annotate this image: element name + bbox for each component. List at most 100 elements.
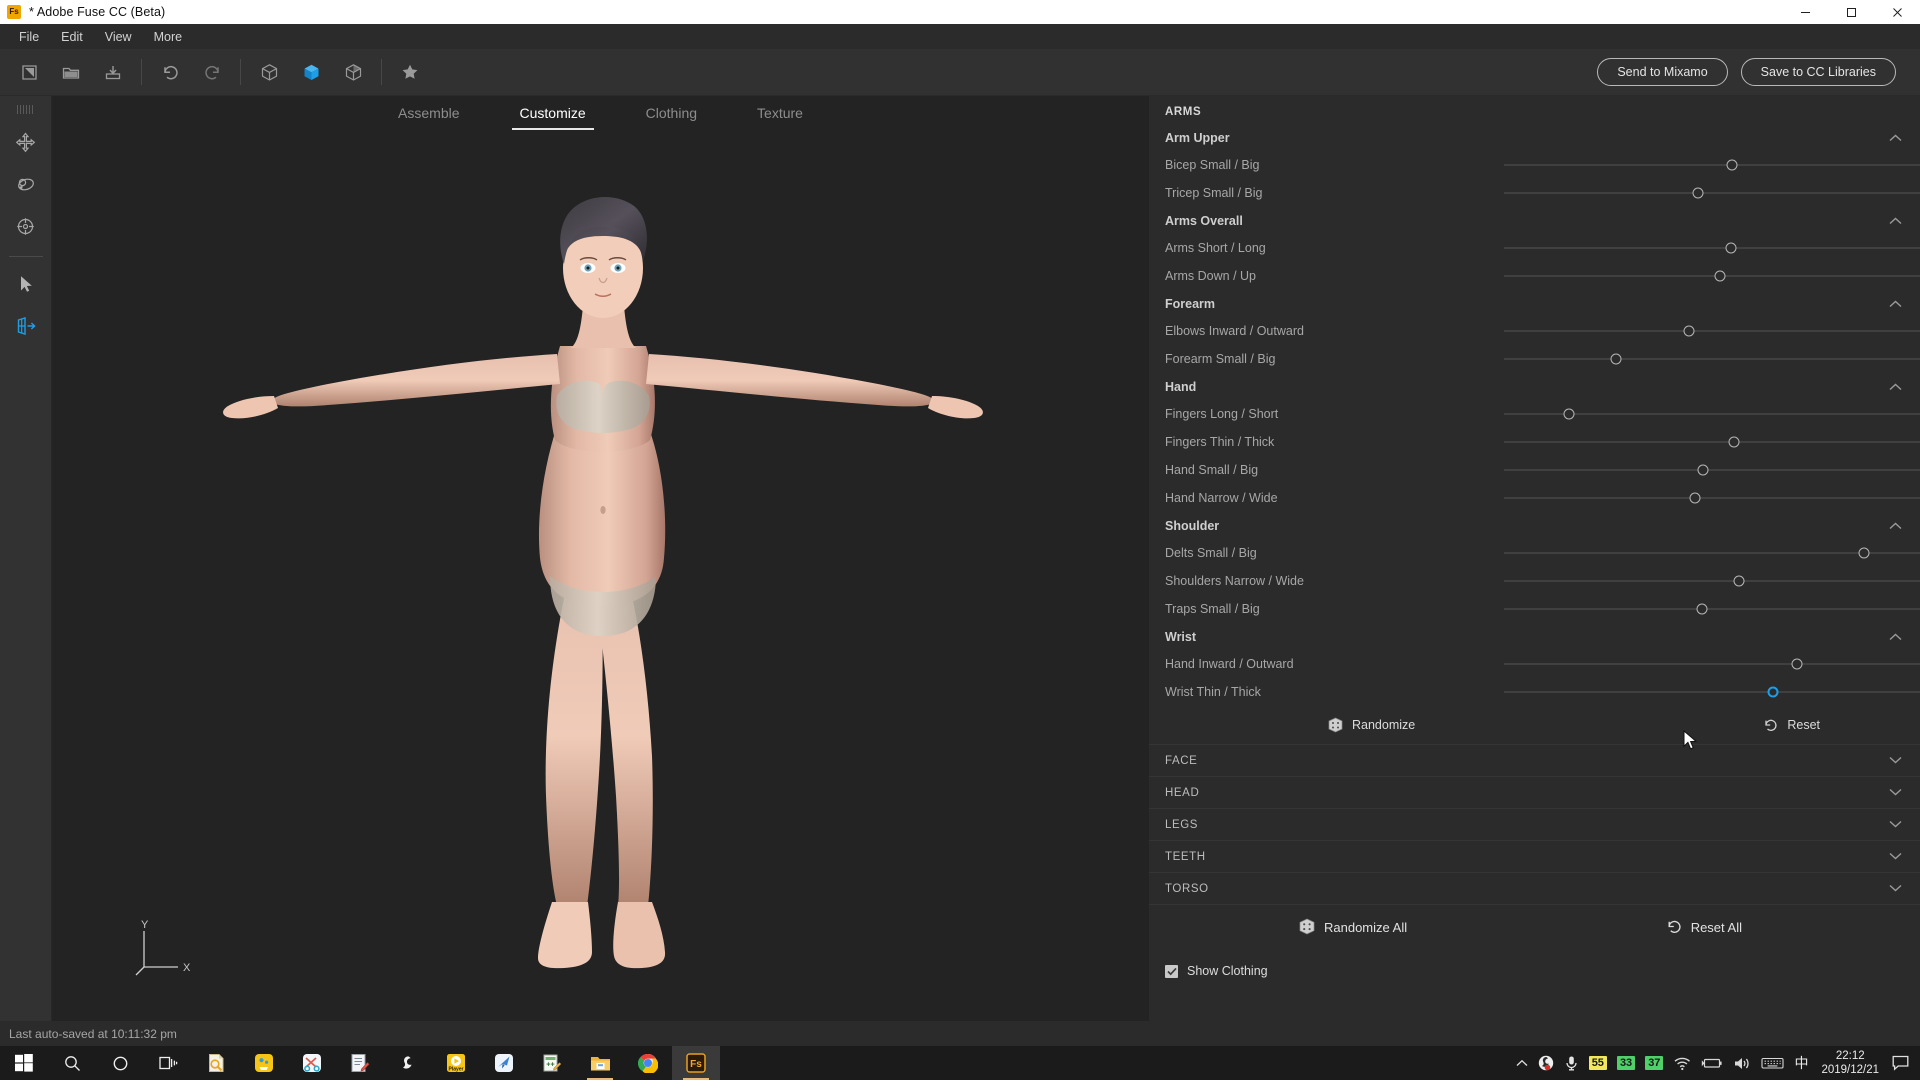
slider-row[interactable]: Arms Down / Up 15 xyxy=(1149,262,1920,290)
badge-gpu-temp[interactable]: 33 xyxy=(1612,1046,1640,1080)
tray-expand-chevron-up-icon[interactable] xyxy=(1511,1046,1533,1080)
send-to-mixamo-button[interactable]: Send to Mixamo xyxy=(1597,58,1728,86)
slider-knob[interactable] xyxy=(1728,436,1740,448)
close-icon[interactable] xyxy=(1874,0,1920,24)
chevron-up-icon[interactable] xyxy=(1889,131,1902,145)
open-folder-icon[interactable] xyxy=(50,52,92,92)
slider-track-area[interactable] xyxy=(1504,317,1920,345)
slider-row[interactable]: Shoulders Narrow / Wide 24 xyxy=(1149,567,1920,595)
select-arrow-icon[interactable] xyxy=(6,263,46,304)
slider-knob[interactable] xyxy=(1733,575,1745,587)
slider-track-area[interactable] xyxy=(1504,650,1920,678)
viewport-3d[interactable]: Assemble Customize Clothing Texture Y X xyxy=(52,96,1149,1031)
slider-row[interactable]: Delts Small / Big 80 xyxy=(1149,539,1920,567)
slider-track-area[interactable] xyxy=(1504,179,1920,207)
slider-knob[interactable] xyxy=(1610,353,1622,365)
slider-row[interactable]: Tricep Small / Big 2 xyxy=(1149,179,1920,207)
shaded-cube-icon[interactable] xyxy=(332,52,374,92)
accordion-face[interactable]: FACE xyxy=(1149,744,1920,776)
ime-language-indicator[interactable]: 中 xyxy=(1789,1046,1813,1080)
battery-charging-icon[interactable] xyxy=(1696,1046,1728,1080)
character-model[interactable] xyxy=(52,96,1149,1031)
chevron-down-icon[interactable] xyxy=(1889,883,1902,895)
chevron-up-icon[interactable] xyxy=(1889,297,1902,311)
orbit-icon[interactable] xyxy=(6,164,46,205)
google-chrome-icon[interactable] xyxy=(624,1046,672,1080)
show-clothing-checkbox[interactable] xyxy=(1165,964,1178,978)
slider-track-area[interactable] xyxy=(1504,400,1920,428)
slider-knob-active[interactable] xyxy=(1767,686,1779,698)
panel-scroll-area[interactable]: ARMS Arm Upper Bicep Small / Big 21 Tric… xyxy=(1149,96,1920,1031)
slider-knob[interactable] xyxy=(1791,658,1803,670)
keyboard-icon[interactable] xyxy=(1756,1046,1789,1080)
solid-cube-icon[interactable] xyxy=(290,52,332,92)
slider-track-area[interactable] xyxy=(1504,456,1920,484)
accordion-torso[interactable]: TORSO xyxy=(1149,872,1920,904)
action-center-icon[interactable] xyxy=(1887,1046,1914,1080)
media-player-icon[interactable]: Player xyxy=(432,1046,480,1080)
accordion-head[interactable]: HEAD xyxy=(1149,776,1920,808)
slider-knob[interactable] xyxy=(1692,187,1704,199)
file-explorer-icon[interactable] xyxy=(576,1046,624,1080)
chevron-up-icon[interactable] xyxy=(1889,630,1902,644)
slider-row[interactable]: Hand Narrow / Wide 0 xyxy=(1149,484,1920,512)
accordion-teeth[interactable]: TEETH xyxy=(1149,840,1920,872)
slider-knob[interactable] xyxy=(1689,492,1701,504)
slider-row[interactable]: Fingers Thin / Thick 22 xyxy=(1149,428,1920,456)
randomize-button[interactable]: Randomize xyxy=(1328,717,1415,733)
reset-button[interactable]: Reset xyxy=(1763,718,1820,732)
chevron-down-icon[interactable] xyxy=(1889,819,1902,831)
slider-row[interactable]: Arms Short / Long 20 xyxy=(1149,234,1920,262)
minimize-icon[interactable] xyxy=(1782,0,1828,24)
cortana-circle-icon[interactable] xyxy=(96,1046,144,1080)
code-editor-icon[interactable]: ++ xyxy=(528,1046,576,1080)
slider-track-area[interactable] xyxy=(1504,484,1920,512)
slider-track-area[interactable] xyxy=(1504,262,1920,290)
pan-move-icon[interactable] xyxy=(6,122,46,163)
kugou-music-icon[interactable] xyxy=(240,1046,288,1080)
slider-row[interactable]: Traps Small / Big 3 xyxy=(1149,595,1920,623)
microphone-icon[interactable] xyxy=(1559,1046,1584,1080)
slider-row[interactable]: Wrist Thin / Thick 37 xyxy=(1149,678,1920,706)
menu-edit[interactable]: Edit xyxy=(50,27,94,47)
menu-more[interactable]: More xyxy=(143,27,193,47)
search-icon[interactable] xyxy=(48,1046,96,1080)
import-icon[interactable] xyxy=(92,52,134,92)
new-scene-icon[interactable] xyxy=(8,52,50,92)
slider-knob[interactable] xyxy=(1714,270,1726,282)
chevron-up-icon[interactable] xyxy=(1889,519,1902,533)
randomize-all-button[interactable]: Randomize All xyxy=(1299,918,1407,938)
slider-knob[interactable] xyxy=(1683,325,1695,337)
rail-grip-handle[interactable] xyxy=(16,105,35,114)
slider-knob[interactable] xyxy=(1697,464,1709,476)
slider-row[interactable]: Hand Inward / Outward 47 xyxy=(1149,650,1920,678)
slider-row[interactable]: Forearm Small / Big -41 xyxy=(1149,345,1920,373)
slider-track-area[interactable] xyxy=(1504,428,1920,456)
obs-studio-icon[interactable] xyxy=(384,1046,432,1080)
save-to-cc-libraries-button[interactable]: Save to CC Libraries xyxy=(1740,58,1896,86)
slider-knob[interactable] xyxy=(1858,547,1870,559)
slider-row[interactable]: Bicep Small / Big 21 xyxy=(1149,151,1920,179)
snipaste-icon[interactable] xyxy=(288,1046,336,1080)
wireframe-cube-icon[interactable] xyxy=(248,52,290,92)
chevron-down-icon[interactable] xyxy=(1889,787,1902,799)
focus-target-icon[interactable] xyxy=(6,206,46,247)
chevron-down-icon[interactable] xyxy=(1889,851,1902,863)
mesh-edit-icon[interactable] xyxy=(6,305,46,346)
slider-row[interactable]: Elbows Inward / Outward -3 xyxy=(1149,317,1920,345)
slider-row[interactable]: Fingers Long / Short -68 xyxy=(1149,400,1920,428)
chevron-up-icon[interactable] xyxy=(1889,380,1902,394)
chevron-up-icon[interactable] xyxy=(1889,214,1902,228)
accordion-legs[interactable]: LEGS xyxy=(1149,808,1920,840)
slider-track-area[interactable] xyxy=(1504,234,1920,262)
badge-cpu-temp[interactable]: 55 xyxy=(1584,1046,1612,1080)
slider-track-area[interactable] xyxy=(1504,595,1920,623)
redo-icon[interactable] xyxy=(191,52,233,92)
slider-knob[interactable] xyxy=(1696,603,1708,615)
menu-file[interactable]: File xyxy=(8,27,50,47)
slider-knob[interactable] xyxy=(1726,159,1738,171)
badge-disk-temp[interactable]: 37 xyxy=(1640,1046,1668,1080)
chevron-down-icon[interactable] xyxy=(1889,755,1902,767)
windows-start-icon[interactable] xyxy=(0,1046,48,1080)
pdf-reader-icon[interactable] xyxy=(192,1046,240,1080)
